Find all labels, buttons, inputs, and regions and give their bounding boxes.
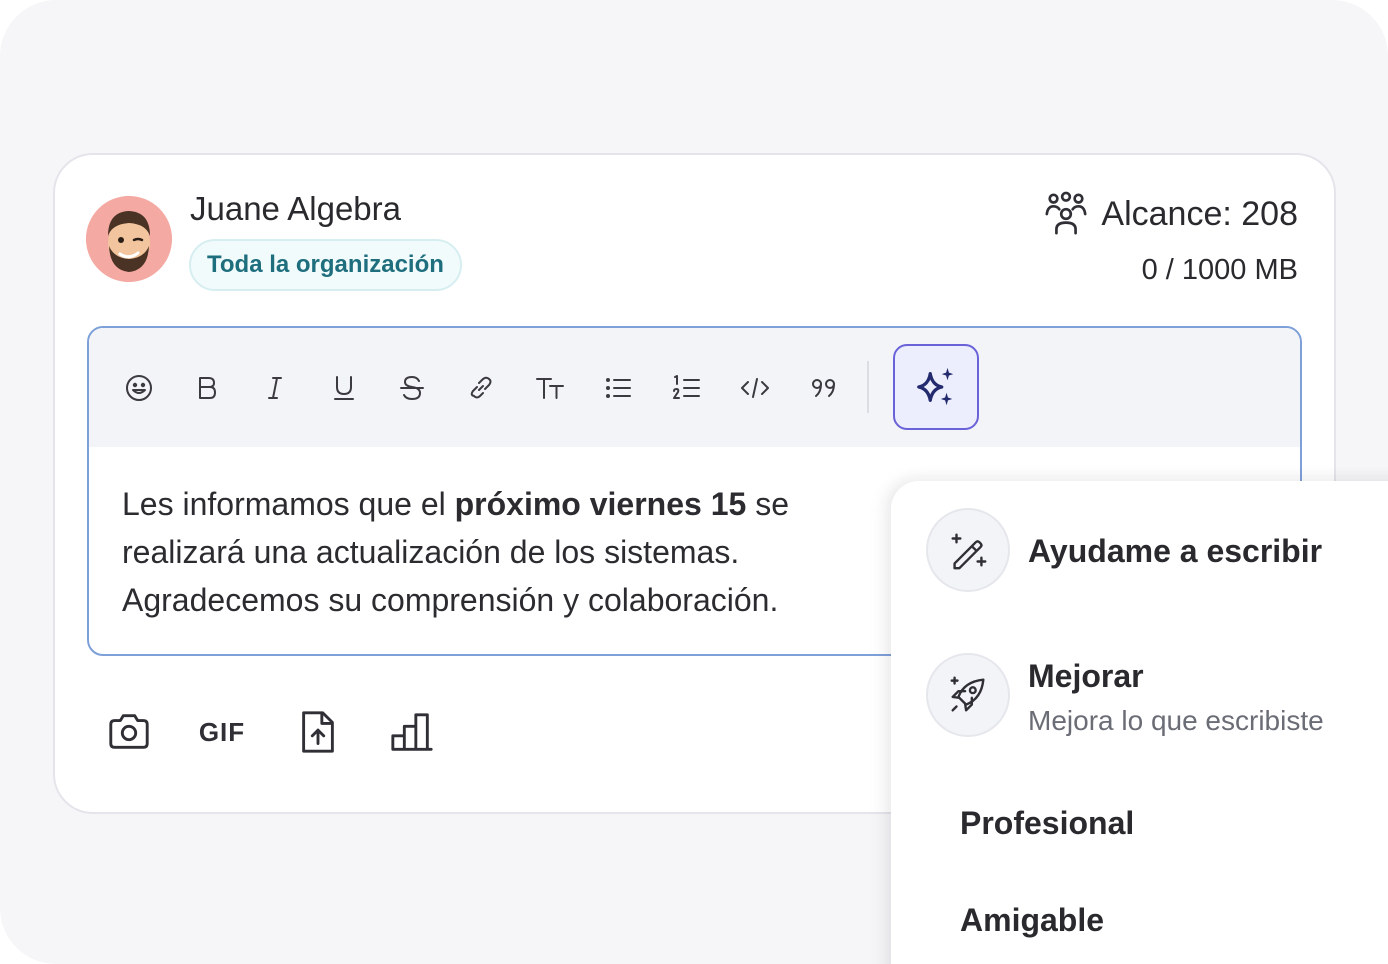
emoji-icon xyxy=(126,375,152,401)
reach-label: Alcance: 208 xyxy=(1101,194,1298,233)
text-size-icon xyxy=(536,378,564,399)
poll-button[interactable] xyxy=(388,708,436,756)
numbered-list-icon xyxy=(673,375,700,399)
improve-option[interactable]: Mejorar xyxy=(1028,658,1144,695)
chart-icon xyxy=(391,713,433,751)
bold-icon xyxy=(199,377,216,399)
toolbar-divider xyxy=(867,361,869,413)
strikethrough-button[interactable] xyxy=(392,368,432,408)
tone-option-professional[interactable]: Profesional xyxy=(960,805,1134,842)
gif-button[interactable]: GIF xyxy=(198,708,246,756)
file-upload-icon xyxy=(302,711,334,753)
file-upload-button[interactable] xyxy=(294,708,342,756)
quote-icon xyxy=(812,379,835,397)
bulleted-list-icon xyxy=(606,378,631,398)
ai-menu: Ayudame a escribir Mejorar Mejora lo que… xyxy=(891,481,1388,964)
help-write-icon-circle xyxy=(926,508,1010,592)
author-name: Juane Algebra xyxy=(190,190,402,227)
gif-icon: GIF xyxy=(198,716,246,747)
italic-button[interactable] xyxy=(255,368,295,408)
italic-icon xyxy=(268,377,282,399)
link-button[interactable] xyxy=(461,368,501,408)
storage-usage: 0 / 1000 MB xyxy=(1141,254,1298,286)
editor-text-bold: próximo viernes 15 xyxy=(454,486,747,522)
code-button[interactable] xyxy=(735,368,775,408)
magic-pen-icon xyxy=(951,533,987,570)
bold-button[interactable] xyxy=(187,368,227,408)
underline-button[interactable] xyxy=(324,368,364,408)
reach-indicator: Alcance: 208 xyxy=(1043,191,1298,237)
help-write-option[interactable]: Ayudame a escribir xyxy=(1028,533,1322,570)
underline-icon xyxy=(334,376,354,400)
link-icon xyxy=(470,376,492,399)
quote-button[interactable] xyxy=(804,368,844,408)
improve-subtitle: Mejora lo que escribiste xyxy=(1028,705,1324,736)
editor-text-before: Les informamos que el xyxy=(122,486,455,522)
camera-button[interactable] xyxy=(105,708,153,756)
text-size-button[interactable] xyxy=(530,368,570,408)
sparkles-icon xyxy=(917,367,954,406)
camera-icon xyxy=(109,714,149,749)
audience-selector[interactable]: Toda la organización xyxy=(189,239,462,291)
strikethrough-icon xyxy=(400,376,424,400)
bulleted-list-button[interactable] xyxy=(599,368,639,408)
avatar xyxy=(86,196,172,282)
people-icon xyxy=(1045,191,1087,235)
code-icon xyxy=(741,378,769,398)
improve-icon-circle xyxy=(926,653,1010,737)
formatting-toolbar xyxy=(89,328,1300,447)
editor-content[interactable]: Les informamos que el próximo viernes 15… xyxy=(122,480,882,624)
numbered-list-button[interactable] xyxy=(667,368,707,408)
rocket-icon xyxy=(950,676,985,712)
tone-option-friendly[interactable]: Amigable xyxy=(960,902,1104,939)
ai-assistant-button[interactable] xyxy=(893,344,979,430)
emoji-button[interactable] xyxy=(119,368,159,408)
